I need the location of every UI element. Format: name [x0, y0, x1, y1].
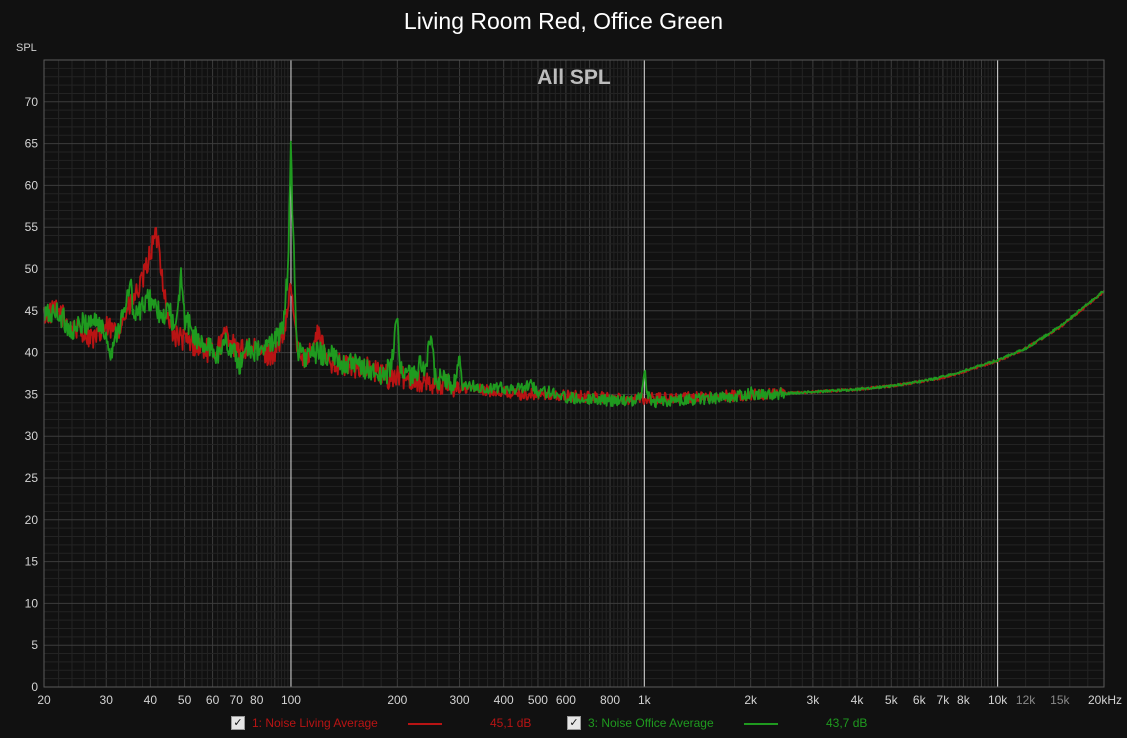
x-tick-label: 800 [600, 693, 620, 707]
y-tick-label: 40 [25, 346, 39, 360]
legend-value-office: 43,7 dB [826, 716, 868, 730]
x-tick-label: 12k [1016, 693, 1036, 707]
legend-label-office: 3: Noise Office Average [588, 716, 714, 730]
legend: ✓ 1: Noise Living Average 45,1 dB ✓ 3: N… [0, 714, 1127, 734]
x-tick-label: 4k [851, 693, 865, 707]
legend-checkbox-office[interactable]: ✓ [567, 716, 581, 730]
x-tick-label: 5k [885, 693, 899, 707]
y-tick-label: 50 [25, 262, 39, 276]
x-tick-label: 40 [144, 693, 158, 707]
y-tick-label: 0 [31, 680, 38, 694]
x-tick-label: 8k [957, 693, 971, 707]
x-tick-label: 7k [937, 693, 951, 707]
legend-value-living: 45,1 dB [490, 716, 532, 730]
x-tick-label: 6k [913, 693, 927, 707]
legend-checkbox-living[interactable]: ✓ [231, 716, 245, 730]
x-tick-label: 10k [988, 693, 1008, 707]
x-tick-label: 200 [387, 693, 407, 707]
legend-swatch-office [744, 723, 778, 725]
y-tick-label: 60 [25, 178, 39, 192]
x-tick-label: 20 [37, 693, 51, 707]
x-tick-label: 50 [178, 693, 192, 707]
x-tick-labels: 20 30 40 50 60 70 80 100 200 300 400 500 600 800 1k 2k 3… [37, 693, 1122, 707]
x-tick-label: 3k [807, 693, 821, 707]
y-tick-label: 25 [25, 471, 39, 485]
x-tick-label: 70 [230, 693, 244, 707]
x-tick-label: 400 [494, 693, 514, 707]
y-tick-labels: 0 5 10 15 20 25 30 35 40 45 50 55 60 65 70 [25, 95, 39, 694]
y-tick-label: 45 [25, 304, 39, 318]
y-tick-label: 35 [25, 387, 39, 401]
spl-chart: 20 30 40 50 60 70 80 100 200 300 400 500 600 800 1k 2k 3… [25, 59, 1122, 707]
x-tick-label: 100 [281, 693, 301, 707]
plot-background [44, 60, 1104, 687]
y-tick-label: 30 [25, 429, 39, 443]
y-tick-label: 20 [25, 513, 39, 527]
chart-subtitle: All SPL [537, 66, 611, 89]
x-tick-label: 30 [100, 693, 114, 707]
x-tick-label: 600 [556, 693, 576, 707]
y-tick-label: 5 [31, 638, 38, 652]
y-tick-label: 65 [25, 137, 39, 151]
x-tick-label: 80 [250, 693, 264, 707]
x-tick-label: 500 [528, 693, 548, 707]
y-tick-label: 55 [25, 220, 39, 234]
x-tick-label: 60 [206, 693, 220, 707]
y-tick-label: 70 [25, 95, 39, 109]
x-tick-label: 15k [1050, 693, 1070, 707]
legend-label-living: 1: Noise Living Average [252, 716, 378, 730]
legend-swatch-living [408, 723, 442, 725]
x-tick-label: 2k [744, 693, 758, 707]
x-tick-label: 300 [450, 693, 470, 707]
x-tick-label: 20kHz [1088, 693, 1122, 707]
y-tick-label: 10 [25, 596, 39, 610]
x-tick-label: 1k [638, 693, 652, 707]
y-tick-label: 15 [25, 555, 39, 569]
